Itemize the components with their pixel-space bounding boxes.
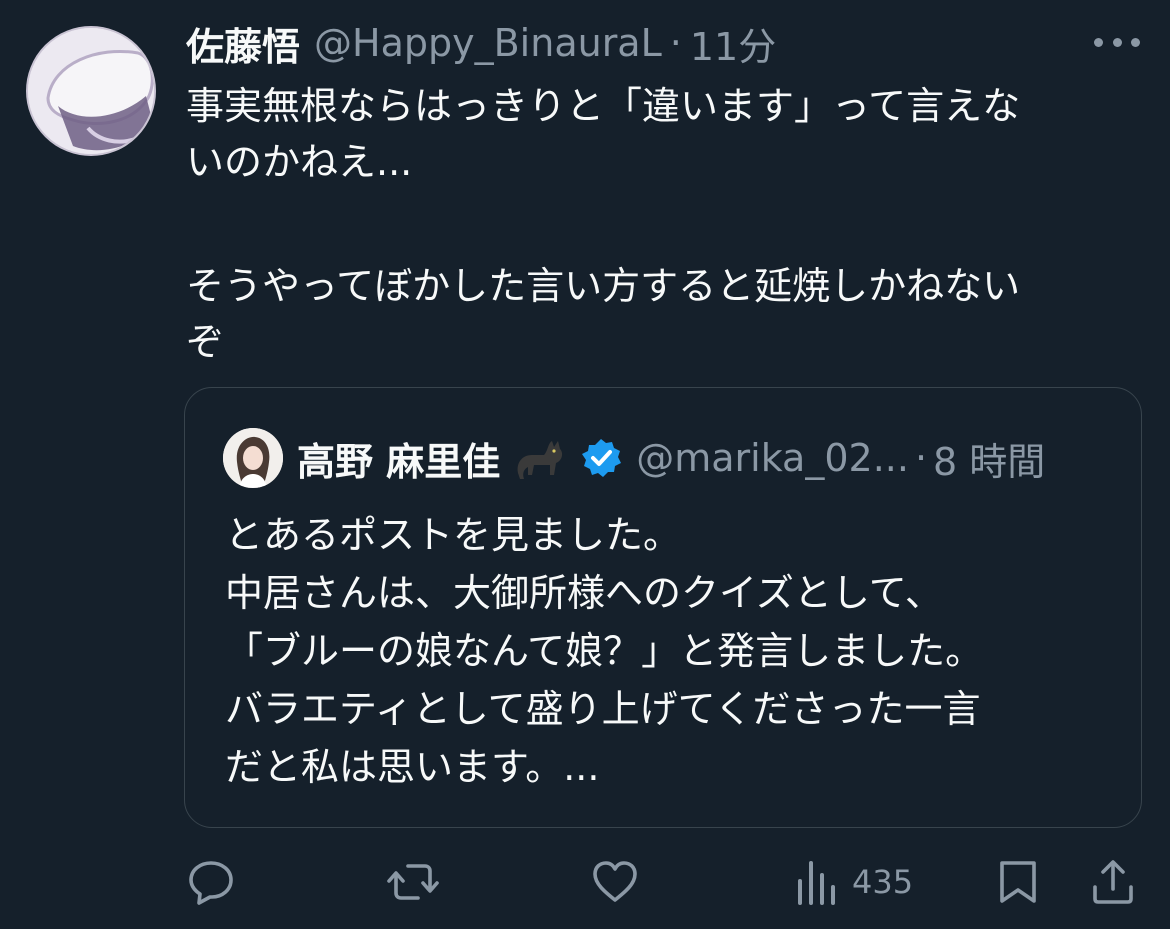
share-button[interactable] [1088,852,1138,912]
author-avatar[interactable] [26,26,156,156]
tweet-text-line: ぞ [186,320,225,364]
reply-button[interactable] [186,852,236,912]
reply-icon [189,861,233,905]
views-count: 435 [852,863,914,901]
quoted-text-line: とあるポストを見ました。 [225,513,682,557]
quoted-text-line: 中居さんは、大御所様へのクイズとして、 [225,571,943,615]
tweet-action-bar: 435 [186,852,1142,912]
tweet-header: 佐藤悟 @Happy_BinauraL · 11分 [186,16,776,71]
verified-badge-icon [582,439,622,477]
quoted-text-line: バラエティとして盛り上げてくださった一言 [225,687,981,731]
retweet-icon [387,864,439,900]
tweet-text-line: いのかねえ... [186,140,413,184]
black-cat-icon [517,441,563,479]
more-dot [1112,37,1122,47]
quoted-text-line: だと私は思います。... [225,745,600,789]
retweet-button[interactable] [386,852,440,912]
tweet-text-line: 事実無根ならはっきりと「違います」って言えな [186,84,1021,128]
quoted-tweet-header: 高野 麻里佳 @marika_02... · 8 時間 [223,428,1045,488]
quoted-tweet[interactable]: 高野 麻里佳 @marika_02... · 8 時間 とあるポストを見ました。… [184,387,1142,828]
tweet-text-line: そうやってぼかした言い方すると延焼しかねない [186,264,1021,308]
like-button[interactable] [590,852,640,912]
quoted-text-line: 「ブルーの娘なんて娘？」と発言しました。 [225,629,984,673]
share-icon [1093,860,1133,904]
more-dot [1094,37,1103,47]
quoted-tweet-text: とあるポストを見ました。 中居さんは、大御所様へのクイズとして、 「ブルーの娘な… [225,506,1105,796]
quoted-author-handle[interactable]: @marika_02... [636,436,909,480]
separator-dot: · [669,21,682,65]
quoted-author-display-name[interactable]: 高野 麻里佳 [297,431,500,486]
heart-icon [593,861,637,902]
more-options-icon[interactable] [1094,32,1140,52]
bookmark-button[interactable] [996,852,1040,912]
quoted-author-avatar[interactable] [223,428,283,488]
bookmark-icon [1000,861,1036,903]
separator-dot: · [914,436,928,480]
author-handle[interactable]: @Happy_BinauraL [314,21,662,65]
views-button[interactable]: 435 [794,852,913,912]
tweet-text: 事実無根ならはっきりと「違います」って言えな いのかねえ... そうやってぼかし… [186,78,1146,370]
author-display-name[interactable]: 佐藤悟 [186,16,300,71]
tweet-timestamp[interactable]: 11分 [690,16,776,71]
quoted-tweet-timestamp[interactable]: 8 時間 [933,431,1045,486]
more-dot [1131,37,1140,47]
views-icon [798,861,835,905]
